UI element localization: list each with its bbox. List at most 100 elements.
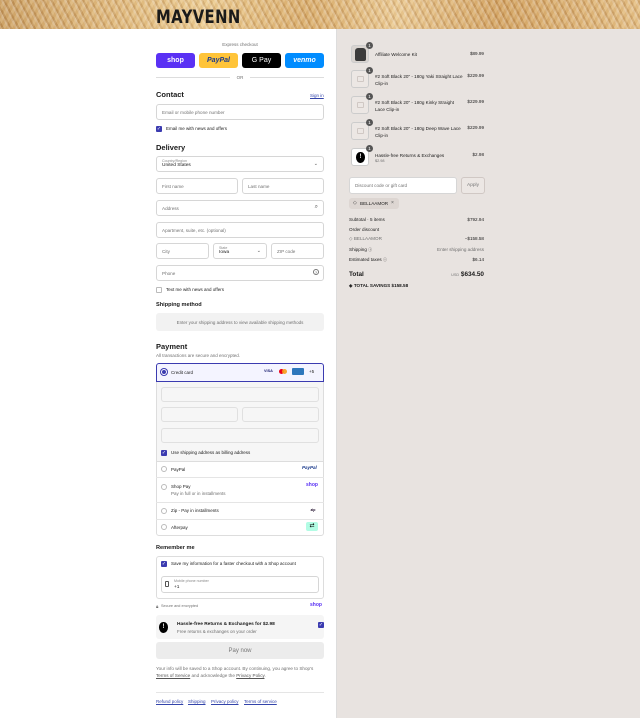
help-icon[interactable]: ? xyxy=(313,269,319,275)
more-cards-label: +5 xyxy=(309,369,315,374)
phone-placeholder: Phone xyxy=(162,270,176,276)
discount-row: ◇ BELLAAMOR −$158.58 xyxy=(349,236,484,242)
discount-tag-code: BELLAAMOR xyxy=(360,201,389,206)
product-price: $2.98 xyxy=(472,152,485,157)
help-icon[interactable]: ⓘ xyxy=(368,247,372,252)
shipping-method-title: Shipping method xyxy=(156,302,202,308)
shipping-row: Shipping ⓘ Enter shipping address xyxy=(349,247,484,253)
chevron-down-icon: ⌄ xyxy=(313,161,318,167)
refund-policy-link[interactable]: Refund policy xyxy=(156,699,183,704)
zip-label: Zip - Pay in installments xyxy=(171,508,219,513)
first-name-field[interactable]: First name xyxy=(156,178,238,194)
amex-icon xyxy=(292,368,304,375)
expiration-field[interactable] xyxy=(161,407,238,422)
subtotal-row: Subtotal · 5 items $792.94 xyxy=(349,217,484,222)
credit-card-radio[interactable] xyxy=(161,369,167,375)
afterpay-radio[interactable] xyxy=(161,524,167,530)
shipping-link[interactable]: Shipping xyxy=(188,699,206,704)
product-price: $229.99 xyxy=(467,73,484,78)
address-field[interactable]: Address ⌕ xyxy=(156,200,324,216)
zip-radio[interactable] xyxy=(161,508,167,514)
shipping-value: Enter shipping address xyxy=(437,247,484,252)
terms-of-service-link[interactable]: Terms of service xyxy=(244,699,277,704)
secure-label: Secure and encrypted xyxy=(161,604,199,608)
chevron-down-icon: ⌄ xyxy=(256,248,261,254)
payment-title: Payment xyxy=(156,342,188,351)
shipping-method-note: Enter your shipping address to view avai… xyxy=(156,313,324,331)
currency: USD xyxy=(451,273,460,277)
shop-privacy-link[interactable]: Privacy Policy xyxy=(236,673,264,678)
save-info-checkbox[interactable]: ✓ xyxy=(161,561,167,567)
divider xyxy=(156,77,230,78)
name-on-card-field[interactable] xyxy=(161,428,319,443)
mastercard-icon xyxy=(278,368,289,375)
discount-code-field[interactable]: Discount code or gift card xyxy=(349,177,457,194)
shop-logo: shop xyxy=(310,602,322,608)
mobile-phone-label: Mobile phone number xyxy=(174,579,209,583)
taxes-label: Estimated taxes xyxy=(349,257,382,262)
search-icon: ⌕ xyxy=(314,204,318,210)
delivery-title: Delivery xyxy=(156,143,186,152)
order-discount-label: Order discount xyxy=(349,227,380,232)
venmo-button[interactable]: venmo xyxy=(285,53,324,68)
quantity-badge: 1 xyxy=(366,145,373,152)
sign-in-link[interactable]: Sign in xyxy=(310,93,324,98)
payment-subtitle: All transactions are secure and encrypte… xyxy=(156,353,241,358)
taxes-row: Estimated taxes ⓘ $6.14 xyxy=(349,257,484,263)
shop-pay-radio[interactable] xyxy=(161,484,167,490)
savings-row: ◈ TOTAL SAVINGS $158.58 xyxy=(349,283,484,289)
country-select[interactable]: Country/Region United States ⌄ xyxy=(156,156,324,172)
privacy-policy-link[interactable]: Privacy policy xyxy=(211,699,239,704)
or-label: OR xyxy=(236,75,244,80)
product-name: Affiliate Welcome Kit xyxy=(375,52,417,57)
shipping-label: Shipping xyxy=(349,247,367,252)
google-pay-button[interactable]: G Pay xyxy=(242,53,281,68)
close-icon[interactable]: × xyxy=(391,200,394,206)
savings-value: $158.58 xyxy=(391,283,409,288)
shield-icon: ! xyxy=(356,152,365,163)
returns-upsell xyxy=(156,615,324,639)
returns-checkbox[interactable]: ✓ xyxy=(318,622,324,628)
state-select[interactable]: State Iowa ⌄ xyxy=(213,243,267,259)
discount-value: −$158.58 xyxy=(464,236,484,241)
news-label: Email me with news and offers xyxy=(166,126,227,131)
last-name-field[interactable]: Last name xyxy=(242,178,324,194)
product-price: $229.99 xyxy=(467,125,484,130)
billing-label: Use shipping address as billing address xyxy=(171,450,251,455)
apartment-field[interactable]: Apartment, suite, etc. (optional) xyxy=(156,222,324,238)
shop-pay-label: Shop Pay xyxy=(171,484,191,489)
email-field[interactable]: Email or mobile phone number xyxy=(156,104,324,120)
shop-terms-link[interactable]: Terms of Service xyxy=(156,673,190,678)
phone-icon xyxy=(165,581,169,587)
legal-line: Your info will be saved to a Shop accoun… xyxy=(156,666,314,671)
card-number-field[interactable] xyxy=(161,387,319,402)
text-news-checkbox[interactable] xyxy=(156,287,162,293)
taxes-value: $6.14 xyxy=(472,257,485,262)
divider xyxy=(156,502,324,503)
save-info-label: Save my information for a faster checkou… xyxy=(171,561,296,566)
news-checkbox[interactable]: ✓ xyxy=(156,126,162,132)
shop-pay-button[interactable]: shop xyxy=(156,53,195,68)
country-value: United States xyxy=(162,163,191,168)
express-checkout-label: Express checkout xyxy=(222,42,258,47)
hero-banner: MAYVENN xyxy=(0,0,640,29)
paypal-button[interactable]: PayPal xyxy=(199,53,238,68)
phone-field[interactable]: Phone ? xyxy=(156,265,324,281)
security-code-field[interactable] xyxy=(242,407,319,422)
help-icon[interactable]: ⓘ xyxy=(383,257,387,262)
zip-field[interactable]: ZIP code xyxy=(271,243,324,259)
divider xyxy=(156,477,324,478)
apply-button[interactable]: Apply xyxy=(461,177,485,194)
paypal-radio[interactable] xyxy=(161,466,167,472)
returns-title: Hassle-free Returns & Exchanges for $2.9… xyxy=(177,622,275,627)
remember-me-title: Remember me xyxy=(156,545,195,551)
brand-logo[interactable]: MAYVENN xyxy=(156,6,241,28)
billing-checkbox[interactable]: ✓ xyxy=(161,450,167,456)
contact-title: Contact xyxy=(156,90,184,99)
quantity-badge: 1 xyxy=(366,93,373,100)
city-field[interactable]: City xyxy=(156,243,209,259)
text-news-label: Text me with news and offers xyxy=(166,287,224,292)
pay-now-button[interactable]: Pay now xyxy=(156,642,324,659)
shop-pay-subtitle: Pay in full or in installments xyxy=(171,491,226,496)
subtotal-label: Subtotal · 5 items xyxy=(349,217,385,222)
